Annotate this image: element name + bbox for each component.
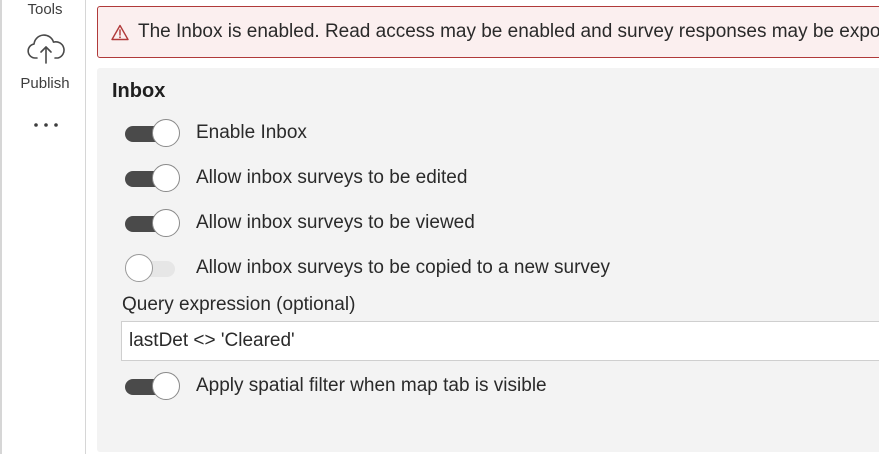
query-expression-label: Query expression (optional): [122, 294, 356, 315]
warning-triangle-icon: [111, 24, 129, 41]
sidebar-item-tools[interactable]: Tools: [2, 1, 88, 18]
query-expression-input[interactable]: [121, 321, 879, 361]
enable-inbox-row: Enable Inbox: [125, 119, 879, 149]
sidebar-item-publish[interactable]: Publish: [2, 75, 88, 92]
toggle-label: Apply spatial filter when map tab is vis…: [196, 375, 547, 396]
allow-view-toggle[interactable]: [125, 209, 181, 239]
toggle-label: Allow inbox surveys to be copied to a ne…: [196, 257, 610, 278]
toggle-label: Enable Inbox: [196, 122, 307, 143]
toggle-label: Allow inbox surveys to be edited: [196, 167, 468, 188]
enable-inbox-toggle[interactable]: [125, 119, 181, 149]
allow-edit-row: Allow inbox surveys to be edited: [125, 164, 879, 194]
toggle-label: Allow inbox surveys to be viewed: [196, 212, 475, 233]
main-content: The Inbox is enabled. Read access may be…: [86, 0, 879, 454]
section-title: Inbox: [112, 80, 166, 102]
spatial-filter-toggle[interactable]: [125, 372, 181, 402]
more-horizontal-icon[interactable]: [27, 112, 65, 136]
allow-view-row: Allow inbox surveys to be viewed: [125, 209, 879, 239]
allow-copy-toggle[interactable]: [125, 254, 181, 284]
app-root: Tools Publish The Inbox is enabled. Read…: [0, 0, 879, 454]
spatial-filter-row: Apply spatial filter when map tab is vis…: [125, 372, 879, 402]
allow-edit-toggle[interactable]: [125, 164, 181, 194]
sidebar: Tools Publish: [0, 0, 86, 454]
cloud-upload-icon[interactable]: [27, 34, 65, 64]
alert-message: The Inbox is enabled. Read access may be…: [138, 21, 879, 42]
allow-copy-row: Allow inbox surveys to be copied to a ne…: [125, 254, 879, 284]
inbox-settings-panel: Inbox Enable Inbox Allow inbox surveys t…: [97, 68, 879, 452]
inbox-warning-alert: The Inbox is enabled. Read access may be…: [97, 6, 879, 58]
